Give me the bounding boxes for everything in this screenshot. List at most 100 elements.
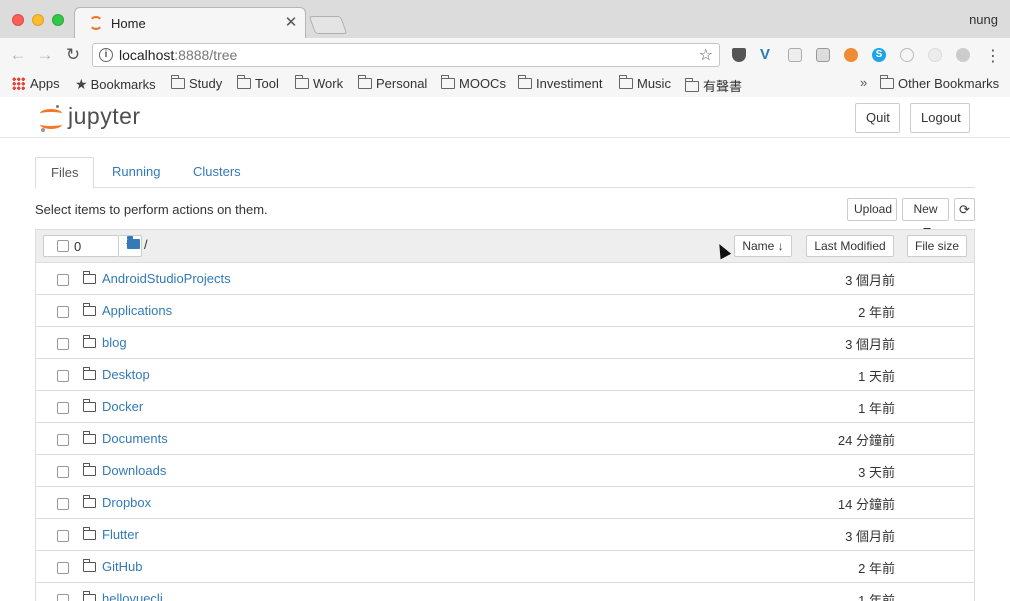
sort-by-name-button[interactable]: Name ↓: [734, 235, 792, 257]
file-row[interactable]: Flutter 3 個月前: [36, 519, 974, 551]
file-row[interactable]: Downloads 3 天前: [36, 455, 974, 487]
vimium-extension-icon[interactable]: V: [760, 46, 774, 63]
file-name-link[interactable]: AndroidStudioProjects: [102, 271, 231, 286]
bookmark-folder-audiobooks[interactable]: 有聲書: [685, 76, 742, 95]
bookmark-bookmarks[interactable]: ★ Bookmarks: [75, 76, 156, 93]
profile-name[interactable]: nung: [969, 12, 998, 27]
file-row[interactable]: Applications 2 年前: [36, 295, 974, 327]
refresh-button[interactable]: ⟳: [954, 198, 975, 221]
bookmark-folder-personal[interactable]: Personal: [358, 75, 427, 91]
file-row[interactable]: blog 3 個月前: [36, 327, 974, 359]
reader-extension-icon[interactable]: [816, 48, 830, 62]
file-name-link[interactable]: Dropbox: [102, 495, 151, 510]
select-all-checkbox[interactable]: [57, 240, 69, 252]
jupyter-logo-icon[interactable]: [40, 105, 62, 132]
breadcrumb-folder-icon[interactable]: [127, 236, 140, 249]
window-minimize-button[interactable]: [32, 14, 44, 26]
window-maximize-button[interactable]: [52, 14, 64, 26]
bookmark-folder-other[interactable]: Other Bookmarks: [880, 75, 999, 91]
folder-icon: [619, 75, 633, 89]
sort-by-modified-button[interactable]: Last Modified: [806, 235, 894, 257]
orange-extension-icon[interactable]: [844, 48, 858, 62]
bookmark-folder-work[interactable]: Work: [295, 75, 343, 91]
bookmark-folder-investiment[interactable]: Investiment: [518, 75, 602, 91]
pocket-extension-icon[interactable]: [732, 48, 746, 62]
file-name-link[interactable]: Documents: [102, 431, 168, 446]
browser-tab-title: Home: [111, 16, 146, 31]
breadcrumb-root[interactable]: /: [144, 237, 148, 252]
browser-tab-home[interactable]: Home ✕: [74, 7, 306, 38]
sort-by-size-button[interactable]: File size: [907, 235, 967, 257]
file-row[interactable]: Documents 24 分鐘前: [36, 423, 974, 455]
new-dropdown-button[interactable]: New: [902, 198, 949, 232]
bookmark-folder-tool[interactable]: Tool: [237, 75, 279, 91]
folder-icon: [441, 75, 455, 89]
tab-files[interactable]: Files: [35, 157, 95, 189]
folder-icon: [685, 78, 699, 92]
file-modified: 3 天前: [858, 465, 895, 480]
bookmark-folder-moocs[interactable]: MOOCs: [441, 75, 506, 91]
site-info-icon[interactable]: i: [99, 48, 113, 62]
file-name-link[interactable]: Downloads: [102, 463, 166, 478]
bookmark-folder-music[interactable]: Music: [619, 75, 671, 91]
new-tab-button[interactable]: [308, 16, 348, 34]
quit-button[interactable]: Quit: [855, 103, 900, 133]
row-checkbox[interactable]: [57, 530, 69, 542]
select-all-box[interactable]: 0: [43, 235, 119, 257]
white-extension-icon[interactable]: [928, 48, 942, 62]
folder-icon: [82, 303, 96, 316]
upload-button[interactable]: Upload: [847, 198, 897, 221]
skype-extension-icon[interactable]: S: [872, 48, 886, 62]
file-row[interactable]: hellovuecli 1 年前: [36, 583, 974, 601]
file-row[interactable]: Dropbox 14 分鐘前: [36, 487, 974, 519]
file-modified: 2 年前: [858, 305, 895, 320]
bookmarks-overflow-icon[interactable]: »: [860, 75, 867, 90]
bookmark-apps[interactable]: Apps: [12, 76, 60, 91]
file-name-link[interactable]: Flutter: [102, 527, 139, 542]
file-modified: 14 分鐘前: [837, 497, 895, 512]
row-checkbox[interactable]: [57, 338, 69, 350]
row-checkbox[interactable]: [57, 306, 69, 318]
folder-icon: [518, 75, 532, 89]
row-checkbox[interactable]: [57, 370, 69, 382]
tab-running[interactable]: Running: [97, 157, 175, 188]
row-checkbox[interactable]: [57, 562, 69, 574]
file-name-link[interactable]: hellovuecli: [102, 591, 163, 601]
puzzle-extension-icon[interactable]: [900, 48, 914, 62]
file-name-link[interactable]: Docker: [102, 399, 143, 414]
address-bar[interactable]: i localhost:8888/tree ☆: [92, 43, 720, 67]
bookmark-folder-study[interactable]: Study: [171, 75, 222, 91]
back-arrow-icon[interactable]: ←: [7, 44, 29, 66]
browser-menu-icon[interactable]: ⋮: [985, 46, 1001, 66]
file-row[interactable]: GitHub 2 年前: [36, 551, 974, 583]
logout-button[interactable]: Logout: [910, 103, 970, 133]
bookmark-star-icon[interactable]: ☆: [699, 45, 713, 65]
folder-icon: [82, 367, 96, 380]
file-modified: 3 個月前: [845, 529, 895, 544]
gray-extension-icon[interactable]: [956, 48, 970, 62]
file-name-link[interactable]: Applications: [102, 303, 172, 318]
row-checkbox[interactable]: [57, 402, 69, 414]
window-close-button[interactable]: [12, 14, 24, 26]
copy-extension-icon[interactable]: [788, 48, 802, 62]
file-row[interactable]: Desktop 1 天前: [36, 359, 974, 391]
row-checkbox[interactable]: [57, 594, 69, 601]
file-list-header: 0 / Name ↓ Last Modified File size: [36, 230, 974, 263]
tab-clusters[interactable]: Clusters: [178, 157, 256, 188]
file-name-link[interactable]: blog: [102, 335, 127, 350]
file-row[interactable]: AndroidStudioProjects 3 個月前: [36, 263, 974, 295]
tab-close-icon[interactable]: ✕: [283, 13, 299, 31]
forward-arrow-icon[interactable]: →: [34, 44, 56, 66]
row-checkbox[interactable]: [57, 498, 69, 510]
reload-icon[interactable]: ↻: [62, 44, 84, 66]
file-name-link[interactable]: Desktop: [102, 367, 150, 382]
row-checkbox[interactable]: [57, 466, 69, 478]
jupyter-logo-text[interactable]: jupyter: [68, 103, 141, 130]
file-row[interactable]: Docker 1 年前: [36, 391, 974, 423]
file-name-link[interactable]: GitHub: [102, 559, 142, 574]
file-modified: 3 個月前: [845, 273, 895, 288]
row-checkbox[interactable]: [57, 434, 69, 446]
row-checkbox[interactable]: [57, 274, 69, 286]
url-text[interactable]: localhost:8888/tree: [119, 47, 237, 63]
jupyter-page: jupyter Quit Logout Files Running Cluste…: [0, 97, 1010, 601]
